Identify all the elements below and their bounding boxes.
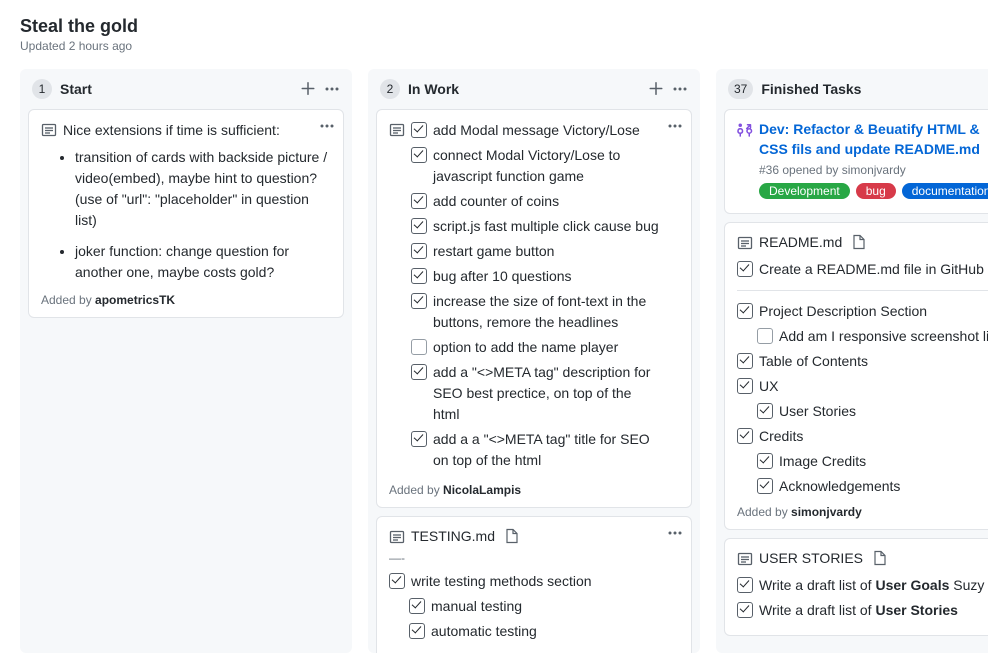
file-card-userstories[interactable]: USER STORIES Write a draft list of User … [724, 538, 988, 636]
checkbox-icon[interactable] [411, 293, 427, 309]
add-card-icon[interactable] [300, 81, 316, 97]
label-development[interactable]: Development [759, 183, 850, 199]
checklist-item: bug after 10 questions [411, 266, 659, 287]
card-menu-icon[interactable] [667, 525, 683, 541]
checkbox-icon[interactable] [757, 453, 773, 469]
checkbox-icon[interactable] [411, 122, 427, 138]
checklist-item: Image Credits [757, 451, 988, 472]
checklist-item: script.js fast multiple click cause bug [411, 216, 659, 237]
column-menu-icon[interactable] [324, 81, 340, 97]
checklist-item: User Stories [757, 401, 988, 422]
checklist-item: Create a README.md file in GitHub [737, 259, 988, 280]
note-icon [737, 551, 753, 567]
checklist-item: write testing methods section [389, 571, 679, 592]
pr-card[interactable]: Dev: Refactor & Beuatify HTML & CSS fils… [724, 109, 988, 214]
file-title: README.md [759, 234, 842, 250]
file-icon [505, 528, 519, 544]
column-finished: 37 Finished Tasks Dev: Refactor & Beuati… [716, 69, 988, 653]
added-by: Added by simonjvardy [737, 505, 988, 519]
column-title: Finished Tasks [761, 81, 988, 97]
checklist-item: Add am I responsive screenshot links [757, 326, 988, 347]
note-bullet: joker function: change question for anot… [75, 241, 331, 283]
checklist-item: option to add the name player [411, 337, 659, 358]
checklist-item: Write a draft list of User Goals Suzy [737, 575, 988, 596]
note-icon [389, 529, 405, 545]
added-by: Added by apometricsTK [41, 293, 331, 307]
board: 1 Start Nice extensions if time is suffi… [0, 61, 988, 661]
column-title: In Work [408, 81, 640, 97]
checkbox-icon[interactable] [411, 147, 427, 163]
checkbox-icon[interactable] [737, 378, 753, 394]
note-icon [389, 122, 405, 138]
checkbox-icon[interactable] [737, 261, 753, 277]
checkbox-icon[interactable] [411, 268, 427, 284]
note-bullet: transition of cards with backside pictur… [75, 147, 331, 231]
checkbox-icon[interactable] [411, 243, 427, 259]
checkbox-icon[interactable] [411, 193, 427, 209]
checklist-item: add a "<>META tag" description for SEO b… [411, 362, 659, 425]
checklist-item: Credits [737, 426, 988, 447]
checklist-item: add counter of coins [411, 191, 659, 212]
checkbox-icon[interactable] [411, 339, 427, 355]
checklist-item: Project Description Section [737, 301, 988, 322]
checklist-item: UX [737, 376, 988, 397]
file-card-readme[interactable]: README.md Create a README.md file in Git… [724, 222, 988, 530]
checkbox-icon[interactable] [389, 573, 405, 589]
checkbox-icon[interactable] [737, 303, 753, 319]
page-subtitle: Updated 2 hours ago [20, 39, 968, 53]
file-icon [852, 234, 866, 250]
checkbox-icon[interactable] [757, 403, 773, 419]
checklist-item: add Modal message Victory/Lose [411, 120, 659, 141]
checklist-card[interactable]: add Modal message Victory/Lose connect M… [376, 109, 692, 508]
pr-title-link[interactable]: Dev: Refactor & Beuatify HTML & CSS fils… [759, 120, 988, 159]
checkbox-icon[interactable] [737, 353, 753, 369]
label-documentation[interactable]: documentation [902, 183, 988, 199]
file-title: TESTING.md [411, 528, 495, 544]
note-icon [737, 235, 753, 251]
column-count-badge: 1 [32, 79, 52, 99]
column-inwork: 2 In Work add Modal message [368, 69, 700, 653]
checkbox-icon[interactable] [411, 364, 427, 380]
checkbox-icon[interactable] [737, 577, 753, 593]
file-title: USER STORIES [759, 550, 863, 566]
column-menu-icon[interactable] [672, 81, 688, 97]
note-icon [41, 122, 57, 138]
note-intro: Nice extensions if time is sufficient: [63, 120, 331, 141]
checkbox-icon[interactable] [757, 478, 773, 494]
separator: —- [389, 648, 679, 653]
checkbox-icon[interactable] [737, 428, 753, 444]
checkbox-icon[interactable] [411, 218, 427, 234]
checklist-item: connect Modal Victory/Lose to javascript… [411, 145, 659, 187]
separator: —- [389, 551, 679, 565]
added-by: Added by NicolaLampis [389, 483, 679, 497]
pull-request-icon [737, 122, 753, 138]
label-bug[interactable]: bug [856, 183, 896, 199]
checklist-item: Acknowledgements [757, 476, 988, 497]
checklist-item: increase the size of font-text in the bu… [411, 291, 659, 333]
file-card-testing[interactable]: TESTING.md —- write testing methods sect… [376, 516, 692, 653]
checkbox-icon[interactable] [757, 328, 773, 344]
column-count-badge: 37 [728, 79, 753, 99]
checklist-item: manual testing [409, 596, 679, 617]
card-menu-icon[interactable] [319, 118, 335, 134]
column-start: 1 Start Nice extensions if time is suffi… [20, 69, 352, 653]
file-icon [873, 550, 887, 566]
column-title: Start [60, 81, 292, 97]
checklist-item: add a a "<>META tag" title for SEO on to… [411, 429, 659, 471]
column-count-badge: 2 [380, 79, 400, 99]
checklist-item: automatic testing [409, 621, 679, 642]
checkbox-icon[interactable] [737, 602, 753, 618]
checkbox-icon[interactable] [411, 431, 427, 447]
note-card[interactable]: Nice extensions if time is sufficient: t… [28, 109, 344, 318]
pr-meta: #36 opened by simonjvardy [759, 163, 988, 177]
page-title: Steal the gold [20, 16, 968, 37]
checkbox-icon[interactable] [409, 598, 425, 614]
add-card-icon[interactable] [648, 81, 664, 97]
checklist-item: Write a draft list of User Stories [737, 600, 988, 621]
checklist-item: restart game button [411, 241, 659, 262]
checkbox-icon[interactable] [409, 623, 425, 639]
checklist-item: Table of Contents [737, 351, 988, 372]
card-menu-icon[interactable] [667, 118, 683, 134]
